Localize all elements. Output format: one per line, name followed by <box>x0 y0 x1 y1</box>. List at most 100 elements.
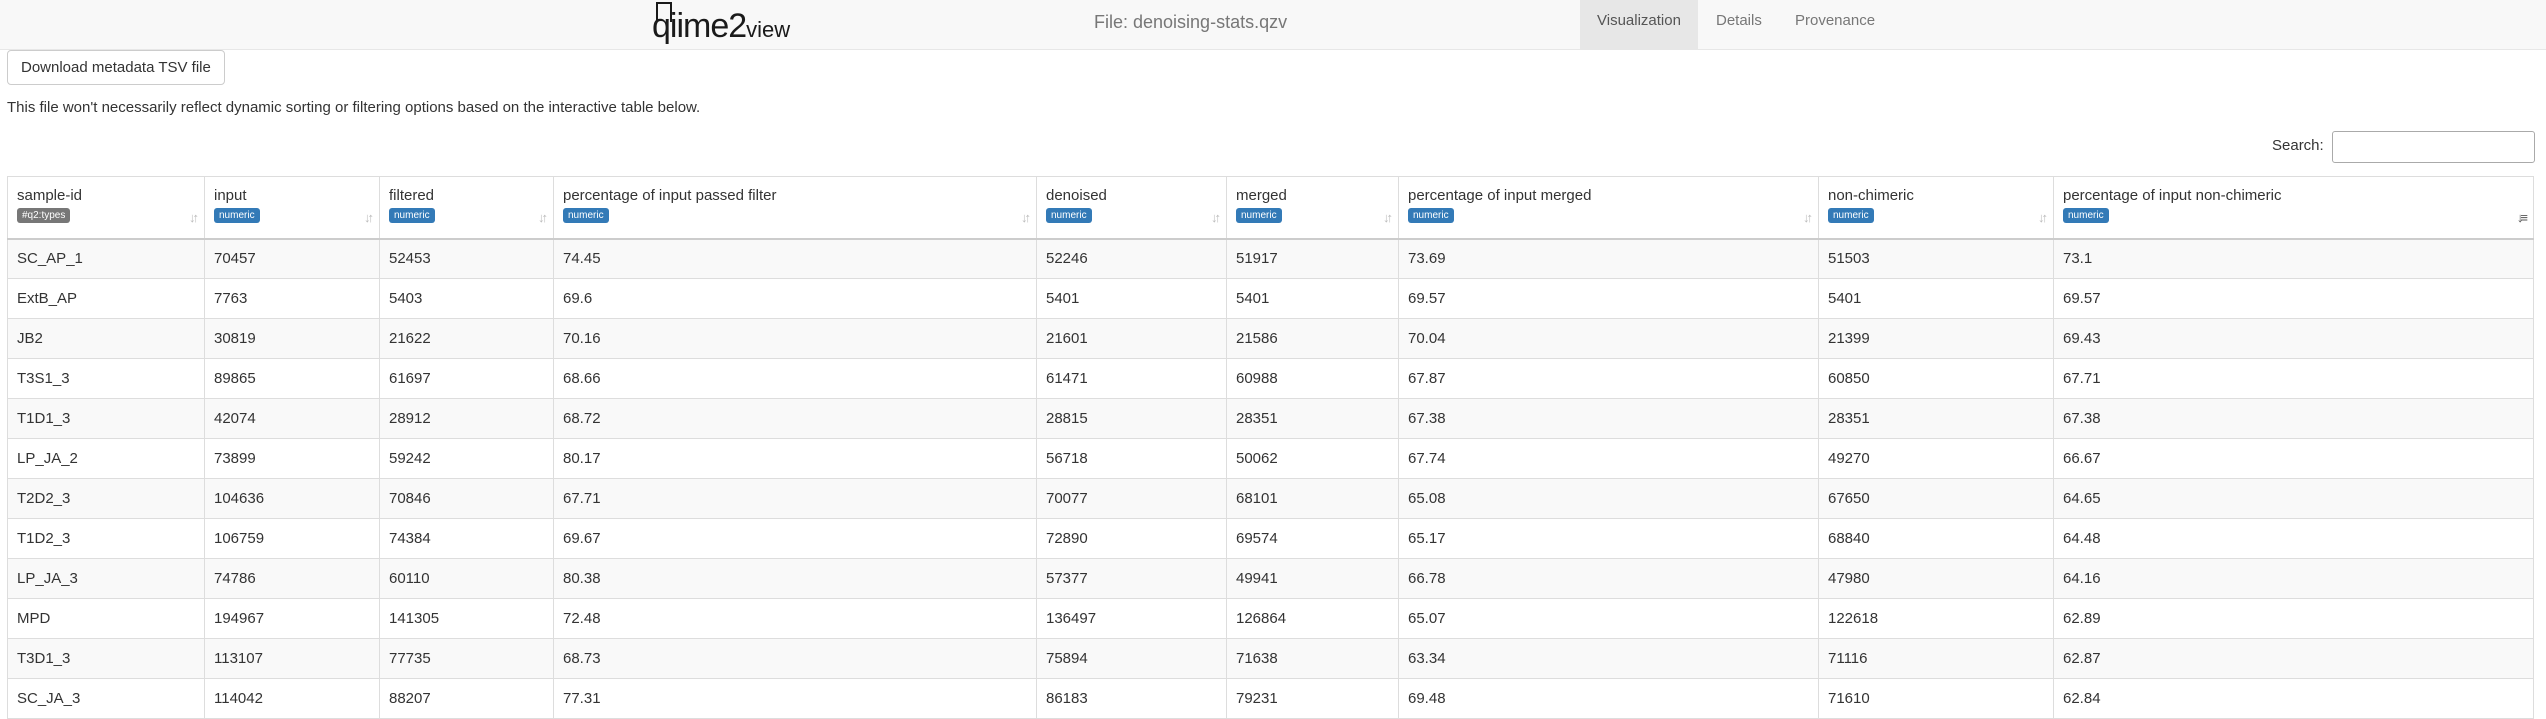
table-cell: 60110 <box>379 558 554 599</box>
sort-icon[interactable]: ↓↑ <box>1803 210 1813 225</box>
table-cell: 52246 <box>1036 238 1227 279</box>
table-cell: 5401 <box>1818 278 2054 319</box>
table-row: SC_AP_1 70457 52453 74.45 52246 51917 73.69 515… <box>7 238 2534 279</box>
table-cell: 64.48 <box>2053 518 2534 559</box>
top-navbar: qiime2view File: denoising-stats.qzv Vis… <box>0 0 2546 50</box>
column-type-badge: #q2:types <box>17 208 71 223</box>
table-cell: 75894 <box>1036 638 1227 679</box>
table-row: T1D1_3 42074 28912 68.72 28815 28351 67.38 2835… <box>7 398 2534 439</box>
table-cell: 66.67 <box>2053 438 2534 479</box>
table-cell: 64.65 <box>2053 478 2534 519</box>
table-row: SC_JA_3 114042 88207 77.31 86183 79231 69.48 71… <box>7 678 2534 719</box>
table-cell: 21399 <box>1818 318 2054 359</box>
column-label: sample-id <box>17 187 83 204</box>
table-cell: 72890 <box>1036 518 1227 559</box>
table-cell: 89865 <box>204 358 380 399</box>
search-label: Search: <box>2272 137 2324 154</box>
sort-icon[interactable]: ↓↑ <box>1021 210 1031 225</box>
column-header-1[interactable]: input numeric ↓↑ <box>204 176 380 240</box>
table-cell: LP_JA_2 <box>7 438 205 479</box>
table-cell: 47980 <box>1818 558 2054 599</box>
column-header-6[interactable]: percentage of input merged numeric ↓↑ <box>1398 176 1819 240</box>
column-header-4[interactable]: denoised numeric ↓↑ <box>1036 176 1227 240</box>
table-body: SC_AP_1 70457 52453 74.45 52246 51917 73.69 515… <box>7 238 2534 719</box>
sort-icon[interactable]: ↓↑ <box>364 210 374 225</box>
table-cell: 73.1 <box>2053 238 2534 279</box>
tab-visualization[interactable]: Visualization <box>1580 0 1698 49</box>
column-header-7[interactable]: non-chimeric numeric ↓↑ <box>1818 176 2054 240</box>
table-cell: 21622 <box>379 318 554 359</box>
column-header-3[interactable]: percentage of input passed filter numeric… <box>553 176 1037 240</box>
table-cell: 74786 <box>204 558 380 599</box>
table-cell: 72.48 <box>553 598 1037 639</box>
table-row: MPD 194967 141305 72.48 136497 126864 65.07 122… <box>7 598 2534 639</box>
table-cell: 70846 <box>379 478 554 519</box>
table-cell: 69.6 <box>553 278 1037 319</box>
table-cell: 60988 <box>1226 358 1399 399</box>
table-cell: 62.87 <box>2053 638 2534 679</box>
table-cell: 80.17 <box>553 438 1037 479</box>
qiime2-view-logo[interactable]: qiime2view <box>648 2 790 46</box>
table-cell: 70457 <box>204 238 380 279</box>
table-cell: 69.48 <box>1398 678 1819 719</box>
table-cell: 7763 <box>204 278 380 319</box>
table-cell: 69.57 <box>1398 278 1819 319</box>
column-header-2[interactable]: filtered numeric ↓↑ <box>379 176 554 240</box>
table-cell: 65.07 <box>1398 598 1819 639</box>
table-cell: 86183 <box>1036 678 1227 719</box>
column-type-badge: numeric <box>1046 208 1092 223</box>
column-label: percentage of input passed filter <box>563 187 777 204</box>
table-cell: 77.31 <box>553 678 1037 719</box>
sort-icon[interactable]: ↓↑ <box>2038 210 2048 225</box>
column-label: input <box>214 187 247 204</box>
table-cell: 5401 <box>1226 278 1399 319</box>
table-cell: 28351 <box>1818 398 2054 439</box>
sort-icon[interactable]: ↓↑ <box>189 210 199 225</box>
column-label: filtered <box>389 187 435 204</box>
table-cell: T1D2_3 <box>7 518 205 559</box>
table-cell: JB2 <box>7 318 205 359</box>
table-cell: 74.45 <box>553 238 1037 279</box>
download-metadata-button[interactable]: Download metadata TSV file <box>7 50 225 85</box>
table-cell: 73899 <box>204 438 380 479</box>
tab-provenance[interactable]: Provenance <box>1778 0 1892 49</box>
search-input[interactable] <box>2332 131 2535 163</box>
table-cell: 69.57 <box>2053 278 2534 319</box>
table-cell: 68.72 <box>553 398 1037 439</box>
table-row: LP_JA_2 73899 59242 80.17 56718 50062 67.74 492… <box>7 438 2534 479</box>
table-row: T3D1_3 113107 77735 68.73 75894 71638 63.34 711… <box>7 638 2534 679</box>
column-type-badge: numeric <box>389 208 435 223</box>
column-header-0[interactable]: sample-id #q2:types ↓↑ <box>7 176 205 240</box>
table-cell: 122618 <box>1818 598 2054 639</box>
sort-icon[interactable]: ↓↑ <box>1383 210 1393 225</box>
table-cell: 106759 <box>204 518 380 559</box>
download-note: This file won't necessarily reflect dyna… <box>7 99 701 116</box>
sort-icon[interactable]: ↓↑ <box>538 210 548 225</box>
table-cell: 73.69 <box>1398 238 1819 279</box>
sort-icon[interactable]: ↓↑ <box>1211 210 1221 225</box>
column-header-5[interactable]: merged numeric ↓↑ <box>1226 176 1399 240</box>
table-cell: 68.73 <box>553 638 1037 679</box>
column-label: non-chimeric <box>1828 187 1914 204</box>
sort-descending-icon[interactable]: ↓≡ <box>2517 210 2528 225</box>
table-cell: 62.89 <box>2053 598 2534 639</box>
table-cell: 5401 <box>1036 278 1227 319</box>
table-cell: 70.16 <box>553 318 1037 359</box>
file-title: File: denoising-stats.qzv <box>1094 12 1288 32</box>
column-label: merged <box>1236 187 1287 204</box>
table-cell: 71116 <box>1818 638 2054 679</box>
column-type-badge: numeric <box>1408 208 1454 223</box>
table-cell: 67.38 <box>2053 398 2534 439</box>
table-cell: 79231 <box>1226 678 1399 719</box>
column-header-8[interactable]: percentage of input non-chimeric numeric ↓… <box>2053 176 2534 240</box>
table-cell: 67.87 <box>1398 358 1819 399</box>
table-row: LP_JA_3 74786 60110 80.38 57377 49941 66.78 479… <box>7 558 2534 599</box>
table-cell: 88207 <box>379 678 554 719</box>
table-cell: 52453 <box>379 238 554 279</box>
table-cell: 67.71 <box>553 478 1037 519</box>
column-type-badge: numeric <box>563 208 609 223</box>
table-cell: LP_JA_3 <box>7 558 205 599</box>
tab-details[interactable]: Details <box>1699 0 1779 49</box>
table-cell: 68101 <box>1226 478 1399 519</box>
table-row: T1D2_3 106759 74384 69.67 72890 69574 65.17 688… <box>7 518 2534 559</box>
